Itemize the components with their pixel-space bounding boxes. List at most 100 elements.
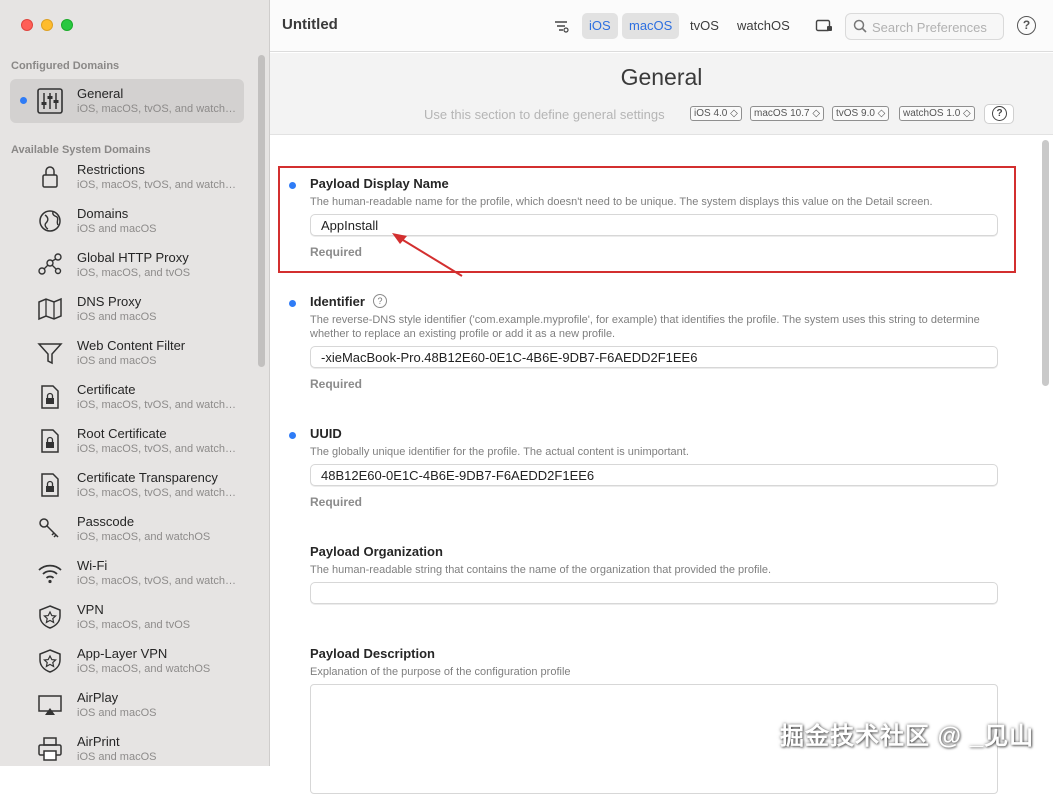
- section-header: General Use this section to define gener…: [270, 53, 1053, 135]
- payload-organization-input[interactable]: [310, 582, 998, 604]
- map-icon: [36, 295, 64, 323]
- sidebar-item-title: VPN: [77, 602, 104, 617]
- sidebar-item-subtitle: iOS, macOS, tvOS, and watchOS: [77, 487, 237, 499]
- sidebar-item-title: Domains: [77, 206, 129, 221]
- funnel-icon: [36, 339, 64, 367]
- sidebar-item-general[interactable]: General iOS, macOS, tvOS, and watchOS: [10, 79, 244, 123]
- available-domains-list: Restrictions iOS, macOS, tvOS, and watchO…: [10, 155, 244, 766]
- sidebar-item-subtitle: iOS, macOS, and tvOS: [77, 267, 191, 279]
- close-window-button[interactable]: [21, 19, 33, 31]
- network-nodes-icon: [36, 251, 64, 279]
- sidebar-item-certificate[interactable]: Certificate iOS, macOS, tvOS, and watchOS: [10, 375, 244, 419]
- filter-list-icon[interactable]: [553, 18, 569, 39]
- version-macos-stepper[interactable]: macOS 10.7 ◇: [750, 106, 825, 121]
- configured-dot: [20, 97, 27, 104]
- printer-icon: [36, 735, 64, 763]
- sidebar-item-subtitle: iOS and macOS: [77, 223, 157, 235]
- platform-macos-toggle[interactable]: macOS: [622, 13, 680, 39]
- sidebar-item-app-layer-vpn[interactable]: App-Layer VPN iOS, macOS, and watchOS: [10, 639, 244, 683]
- version-tvos-stepper[interactable]: tvOS 9.0 ◇: [832, 106, 890, 121]
- keys-icon: [36, 515, 64, 543]
- sidebar-item-subtitle: iOS, macOS, tvOS, and watchOS: [77, 179, 237, 191]
- version-macos-label: macOS 10.7: [754, 108, 810, 119]
- configured-domains-list: General iOS, macOS, tvOS, and watchOS: [10, 79, 244, 123]
- sidebar-item-title: Certificate Transparency: [77, 470, 218, 485]
- field-label: UUID: [310, 426, 342, 441]
- sidebar-item-title: Root Certificate: [77, 426, 167, 441]
- airplay-icon: [36, 691, 64, 719]
- sidebar-item-airprint[interactable]: AirPrint iOS and macOS: [10, 727, 244, 766]
- required-label: Required: [310, 377, 363, 391]
- sidebar-item-global-http-proxy[interactable]: Global HTTP Proxy iOS, macOS, and tvOS: [10, 243, 244, 287]
- field-label: Payload Description: [310, 646, 435, 661]
- platform-ios-toggle[interactable]: iOS: [582, 13, 618, 39]
- sidebar-item-title: Passcode: [77, 514, 135, 529]
- page-title: General: [620, 64, 703, 90]
- sidebar-item-title: Wi-Fi: [77, 558, 108, 573]
- sidebar-item-vpn[interactable]: VPN iOS, macOS, and tvOS: [10, 595, 244, 639]
- minimize-window-button[interactable]: [41, 19, 53, 31]
- help-button[interactable]: ?: [1017, 16, 1036, 35]
- sidebar-item-subtitle: iOS, macOS, tvOS, and watchOS: [77, 443, 237, 455]
- required-dot: [289, 300, 296, 307]
- shield-icon: [36, 603, 64, 631]
- section-help-button[interactable]: ?: [984, 104, 1014, 124]
- sidebar-item-title: Certificate: [77, 382, 136, 397]
- sidebar-item-root-certificate[interactable]: Root Certificate iOS, macOS, tvOS, and wa…: [10, 419, 244, 463]
- search-icon: [853, 19, 867, 38]
- identifier-help-icon[interactable]: ?: [373, 294, 387, 308]
- sidebar: Configured Domains General iOS, macOS, t…: [0, 0, 270, 766]
- sidebar-item-subtitle: iOS, macOS, tvOS, and watchOS: [77, 103, 237, 115]
- window-title: Untitled: [282, 16, 338, 33]
- annotation-highlight-box: [278, 166, 1016, 273]
- platform-tvos-toggle[interactable]: tvOS: [683, 13, 726, 39]
- required-label: Required: [310, 495, 363, 509]
- sidebar-item-subtitle: iOS and macOS: [77, 707, 157, 719]
- field-description: Explanation of the purpose of the config…: [310, 666, 571, 678]
- sidebar-item-title: AirPlay: [77, 690, 119, 705]
- configured-domains-label: Configured Domains: [11, 60, 120, 72]
- display-icon[interactable]: [815, 18, 833, 39]
- sidebar-item-domains[interactable]: Domains iOS and macOS: [10, 199, 244, 243]
- toolbar: Untitled iOS macOS tvOS watchOS Search P…: [270, 0, 1053, 52]
- window-controls: [21, 19, 73, 31]
- sidebar-item-wi-fi[interactable]: Wi-Fi iOS, macOS, tvOS, and watchOS: [10, 551, 244, 595]
- sidebar-item-subtitle: iOS and macOS: [77, 311, 157, 323]
- sidebar-item-certificate-transparency[interactable]: Certificate Transparency iOS, macOS, tvOS…: [10, 463, 244, 507]
- sidebar-item-subtitle: iOS and macOS: [77, 355, 157, 367]
- watermark: 掘金技术社区 @ _见山: [780, 723, 1035, 750]
- sidebar-item-title: App-Layer VPN: [77, 646, 168, 661]
- certificate-transparency-icon: [36, 471, 64, 499]
- sidebar-item-subtitle: iOS, macOS, tvOS, and watchOS: [77, 575, 237, 587]
- platform-watchos-toggle[interactable]: watchOS: [730, 13, 797, 39]
- sidebar-item-dns-proxy[interactable]: DNS Proxy iOS and macOS: [10, 287, 244, 331]
- required-dot: [289, 432, 296, 439]
- question-icon: ?: [992, 106, 1007, 121]
- sidebar-item-title: DNS Proxy: [77, 294, 142, 309]
- version-ios-stepper[interactable]: iOS 4.0 ◇: [690, 106, 742, 121]
- sidebar-item-web-content-filter[interactable]: Web Content Filter iOS and macOS: [10, 331, 244, 375]
- sidebar-scrollbar[interactable]: [258, 55, 265, 367]
- sidebar-item-title: Restrictions: [77, 162, 145, 177]
- sidebar-item-title: AirPrint: [77, 734, 120, 749]
- globe-icon: [36, 207, 64, 235]
- field-description: The reverse-DNS style identifier ('com.e…: [310, 314, 980, 340]
- field-label: Identifier: [310, 294, 365, 309]
- sidebar-item-subtitle: iOS, macOS, and tvOS: [77, 619, 191, 631]
- version-watchos-stepper[interactable]: watchOS 1.0 ◇: [899, 106, 975, 121]
- uuid-input[interactable]: 48B12E60-0E1C-4B6E-9DB7-F6AEDD2F1EE6: [310, 464, 998, 486]
- field-description: The human-readable string that contains …: [310, 564, 772, 576]
- field-description: The globally unique identifier for the p…: [310, 446, 689, 458]
- zoom-window-button[interactable]: [61, 19, 73, 31]
- certificate-icon: [36, 383, 64, 411]
- version-ios-label: iOS 4.0: [694, 108, 728, 119]
- identifier-input[interactable]: -xieMacBook-Pro.48B12E60-0E1C-4B6E-9DB7-…: [310, 346, 998, 368]
- sidebar-item-restrictions[interactable]: Restrictions iOS, macOS, tvOS, and watchO…: [10, 155, 244, 199]
- shield-app-icon: [36, 647, 64, 675]
- sidebar-item-passcode[interactable]: Passcode iOS, macOS, and watchOS: [10, 507, 244, 551]
- sidebar-item-title: Global HTTP Proxy: [77, 250, 189, 265]
- search-field[interactable]: Search Preferences: [845, 13, 1004, 40]
- sidebar-item-airplay[interactable]: AirPlay iOS and macOS: [10, 683, 244, 727]
- lock-icon: [36, 163, 64, 191]
- content-scrollbar[interactable]: [1042, 140, 1049, 386]
